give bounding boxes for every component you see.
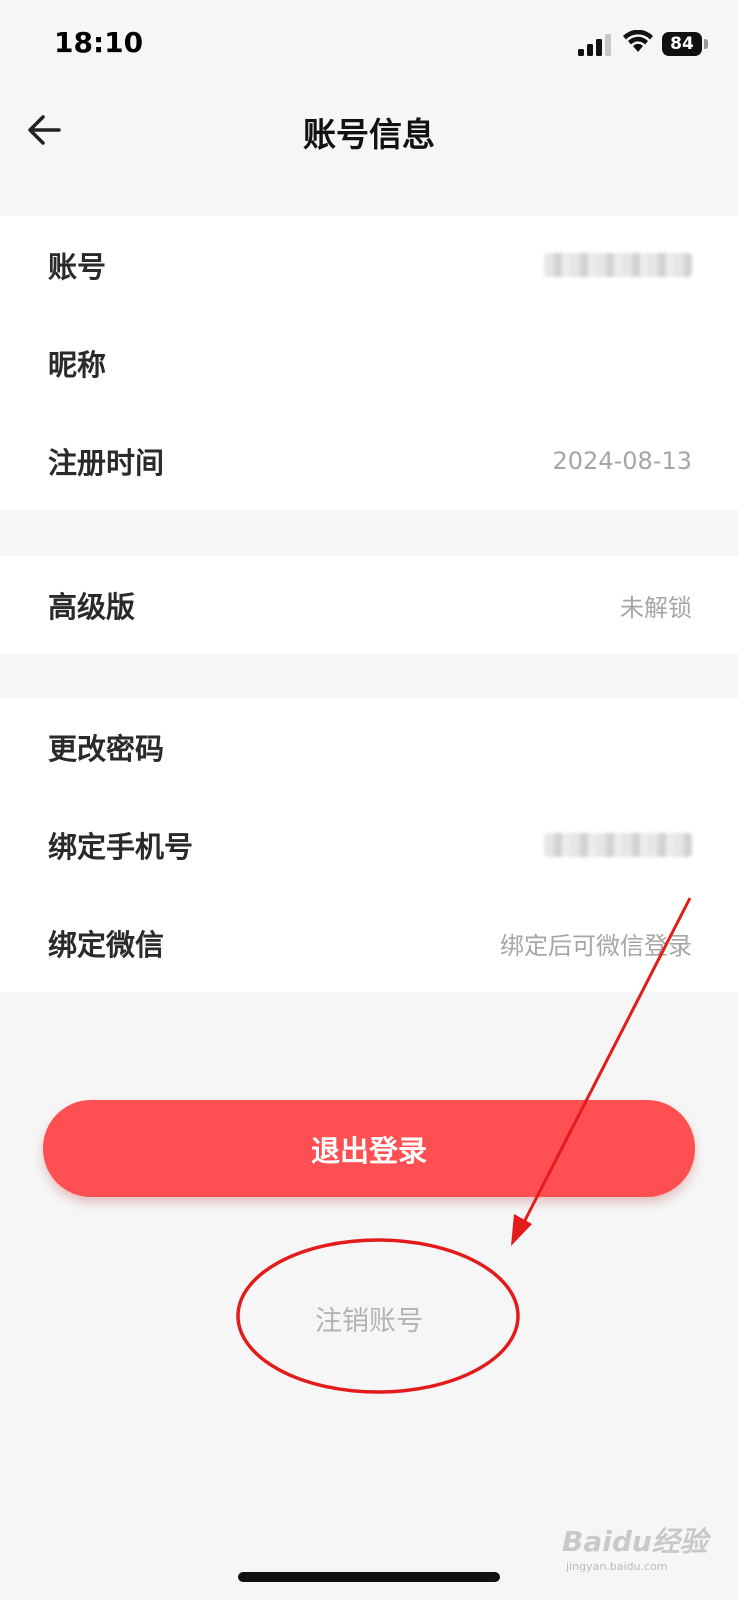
row-label: 绑定微信 (48, 928, 165, 962)
signal-icon (578, 34, 611, 56)
row-label: 账号 (48, 250, 107, 284)
row-value: 未解锁 (620, 593, 692, 622)
row-label: 更改密码 (48, 732, 165, 766)
row-bind-wechat[interactable]: 绑定微信 绑定后可微信登录 (0, 894, 738, 992)
row-change-password[interactable]: 更改密码 (0, 698, 738, 796)
battery-tip (704, 39, 708, 49)
row-label: 绑定手机号 (48, 830, 194, 864)
logout-button[interactable]: 退出登录 (43, 1100, 695, 1197)
battery-level: 84 (662, 32, 702, 56)
row-label: 高级版 (48, 590, 136, 624)
cancel-account-link[interactable]: 注销账号 (269, 1290, 469, 1346)
phone-value-blurred (544, 833, 692, 857)
row-register-time: 注册时间 2024-08-13 (0, 412, 738, 510)
row-value: 2024-08-13 (552, 447, 692, 475)
watermark-url: jingyan.baidu.com (566, 1560, 668, 1573)
row-nickname[interactable]: 昵称 (0, 314, 738, 412)
row-account[interactable]: 账号 (0, 216, 738, 314)
home-indicator (238, 1572, 500, 1582)
row-value: 绑定后可微信登录 (500, 931, 692, 960)
security-group: 更改密码 绑定手机号 绑定微信 绑定后可微信登录 (0, 698, 738, 992)
row-label: 注册时间 (48, 446, 165, 480)
status-bar: 18:10 84 (0, 0, 738, 90)
account-info-group: 账号 昵称 注册时间 2024-08-13 (0, 216, 738, 510)
premium-group: 高级版 未解锁 (0, 556, 738, 654)
row-bind-phone[interactable]: 绑定手机号 (0, 796, 738, 894)
row-label: 昵称 (48, 348, 107, 382)
account-value-blurred (544, 253, 692, 277)
page-title: 账号信息 (303, 115, 435, 154)
annotation-arrow-head (511, 1214, 532, 1246)
watermark-logo: Baidu经验 (562, 1525, 708, 1558)
nav-bar: 账号信息 (0, 90, 738, 206)
wifi-icon (623, 30, 653, 52)
status-time: 18:10 (54, 26, 144, 59)
row-premium[interactable]: 高级版 未解锁 (0, 556, 738, 654)
